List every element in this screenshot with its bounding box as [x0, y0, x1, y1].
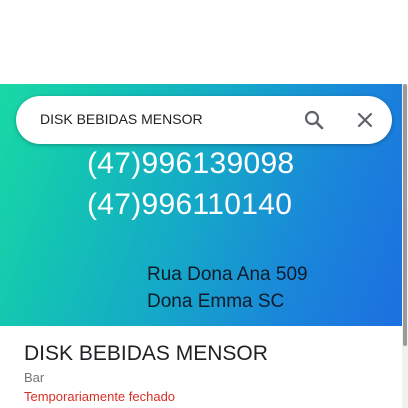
top-blank-area [0, 0, 408, 84]
close-icon[interactable] [353, 108, 377, 132]
place-category[interactable]: Bar [24, 370, 44, 385]
photo-address-line-2: Dona Emma SC [147, 291, 285, 312]
search-input[interactable]: DISK BEBIDAS MENSOR [40, 111, 203, 127]
photo-address-line-1: Rua Dona Ana 509 [147, 264, 308, 285]
search-icon[interactable] [302, 108, 326, 132]
place-title: DISK BEBIDAS MENSOR [24, 342, 268, 365]
scrollbar-thumb[interactable] [403, 84, 407, 346]
place-info-panel: DISK BEBIDAS MENSOR Bar Temporariamente … [0, 326, 402, 408]
photo-phone-2: (47)996110140 [87, 188, 293, 221]
search-bar[interactable]: DISK BEBIDAS MENSOR [16, 96, 392, 144]
photo-phone-1: (47)996139098 [87, 147, 295, 180]
place-status: Temporariamente fechado [24, 389, 176, 404]
